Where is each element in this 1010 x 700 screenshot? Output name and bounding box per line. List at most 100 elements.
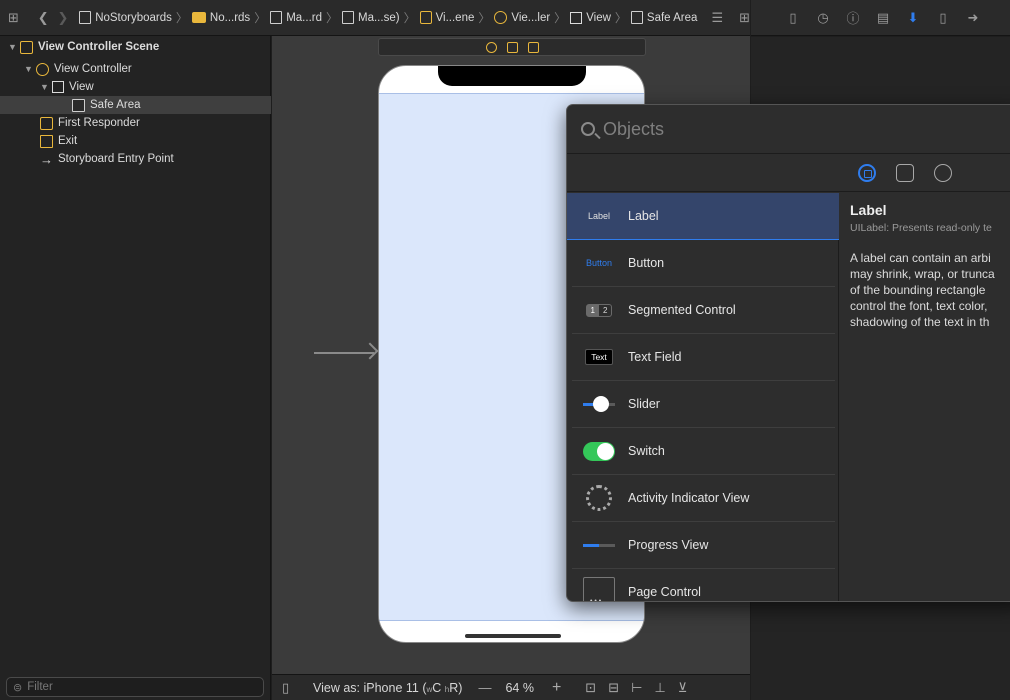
- outline-row-scene[interactable]: ▼ View Controller Scene: [8, 38, 159, 56]
- outline-row-exit[interactable]: Exit: [40, 132, 77, 150]
- outline-filter-bar: ⊜ Filter: [0, 674, 271, 700]
- breadcrumb-item[interactable]: Ma...rd: [286, 12, 322, 24]
- library-item-switch[interactable]: Switch: [572, 428, 835, 475]
- editor-split-icon[interactable]: ⊞: [739, 10, 750, 26]
- jump-bar: ⊞ ❮ ❯ NoStoryboards 〉 No...rds 〉 Ma...rd…: [0, 0, 750, 36]
- chevron-right-icon: 〉: [326, 11, 339, 25]
- activity-indicator-thumb: [576, 483, 622, 513]
- identity-inspector-icon[interactable]: ▤: [875, 10, 891, 26]
- library-item-page-control[interactable]: Page Control: [572, 569, 835, 601]
- canvas-bottom-bar: ▯ View as: iPhone 11 (wC hR) — 64 % + ⊡ …: [272, 674, 750, 700]
- library-item-segmented-control[interactable]: 12 Segmented Control: [572, 287, 835, 334]
- breadcrumb-item[interactable]: Ma...se): [358, 12, 400, 24]
- view-controller-icon[interactable]: [485, 41, 497, 53]
- safe-area-icon: [630, 11, 643, 24]
- outline-row-entry-point[interactable]: → Storyboard Entry Point: [40, 150, 174, 168]
- library-item-progress-view[interactable]: Progress View: [572, 522, 835, 569]
- embed-in-icon[interactable]: ⊻: [678, 680, 688, 696]
- outline-row-safe-area[interactable]: Safe Area: [0, 96, 271, 114]
- button-thumb: Button: [576, 248, 622, 278]
- segment-2: 2: [603, 305, 608, 315]
- page-control-thumb: [576, 577, 622, 601]
- chevron-right-icon: 〉: [175, 11, 188, 25]
- update-frames-icon[interactable]: ⊡: [585, 680, 596, 696]
- outline-label: Storyboard Entry Point: [58, 153, 174, 165]
- zoom-in-button[interactable]: +: [552, 679, 561, 697]
- size-class-w-value: C: [432, 680, 442, 695]
- forward-arrow-icon[interactable]: ❯: [57, 10, 71, 26]
- inspector-toolbar: ▯ ◷ ⓘ ▤ ⬇ ▯ ➜: [751, 0, 1010, 36]
- page-control-icon: [583, 577, 615, 601]
- zoom-out-button[interactable]: —: [478, 680, 491, 695]
- outline-row-view[interactable]: ▼ View: [40, 78, 94, 96]
- chevron-right-icon: 〉: [254, 11, 267, 25]
- disclosure-triangle-icon[interactable]: ▼: [24, 64, 36, 74]
- view-as-button[interactable]: View as: iPhone 11 (wC hR): [313, 681, 462, 695]
- library-item-slider[interactable]: Slider: [572, 381, 835, 428]
- exit-icon: [40, 134, 53, 148]
- outline-toggle-icon[interactable]: ▯: [282, 680, 296, 696]
- library-search-input[interactable]: [603, 118, 903, 140]
- filter-field[interactable]: ⊜ Filter: [6, 677, 264, 697]
- size-inspector-icon[interactable]: ▯: [935, 10, 951, 26]
- document-items-icon[interactable]: ☰: [711, 10, 723, 26]
- outline-row-first-responder[interactable]: First Responder: [40, 114, 140, 132]
- outline-row-view-controller[interactable]: ▼ View Controller: [24, 60, 132, 78]
- library-object-list: Label Label Button Button 12 Segmented C…: [567, 193, 839, 601]
- library-item-button[interactable]: Button Button: [572, 240, 835, 287]
- library-item-text-field[interactable]: Text Text Field: [572, 334, 835, 381]
- connections-inspector-icon[interactable]: ➜: [965, 10, 981, 26]
- breadcrumb-item[interactable]: NoStoryboards: [95, 12, 172, 24]
- file-inspector-icon[interactable]: ▯: [785, 10, 801, 26]
- home-indicator: [465, 634, 561, 638]
- library-item-name: Activity Indicator View: [628, 491, 750, 505]
- history-inspector-icon[interactable]: ◷: [815, 10, 831, 26]
- switch-icon: [583, 441, 615, 461]
- library-item-activity-indicator[interactable]: Activity Indicator View: [572, 475, 835, 522]
- entry-arrow-head-icon: [361, 342, 379, 360]
- resolve-issues-icon[interactable]: ⊥: [654, 680, 665, 696]
- view-controller-icon: [36, 62, 49, 76]
- breadcrumb-item[interactable]: Vie...ler: [511, 12, 550, 24]
- segmented-control-thumb: 12: [576, 295, 622, 325]
- help-inspector-icon[interactable]: ⓘ: [845, 8, 861, 27]
- objects-tab-icon[interactable]: [858, 163, 876, 182]
- arrow-right-icon: →: [40, 151, 53, 167]
- library-item-label[interactable]: Label Label: [567, 193, 839, 240]
- exit-icon[interactable]: [527, 41, 539, 53]
- folder-icon: [191, 12, 206, 23]
- breadcrumb-item[interactable]: Vi...ene: [436, 12, 475, 24]
- attributes-inspector-icon[interactable]: ⬇: [905, 10, 921, 26]
- size-class-h-value: R: [449, 680, 459, 695]
- related-items-icon[interactable]: ⊞: [8, 10, 26, 26]
- breadcrumb-item[interactable]: No...rds: [210, 12, 250, 24]
- library-item-name: Label: [628, 209, 659, 223]
- library-item-name: Text Field: [628, 350, 682, 364]
- colors-tab-icon[interactable]: [934, 163, 952, 182]
- back-arrow-icon[interactable]: ❮: [38, 10, 52, 26]
- detail-description-line: control the font, text color,: [850, 299, 988, 313]
- segment-1: 1: [586, 304, 599, 316]
- object-library-popover: Label Label Button Button 12 Segmented C…: [566, 104, 1010, 602]
- scene-dock: [378, 38, 646, 56]
- breadcrumb-item[interactable]: Safe Area: [647, 12, 698, 24]
- align-icon[interactable]: ⊟: [608, 680, 619, 696]
- detail-description-line: may shrink, wrap, or trunca: [850, 267, 995, 281]
- filter-icon: ⊜: [13, 681, 23, 694]
- outline-label: View: [69, 81, 94, 93]
- view-icon: [570, 11, 583, 24]
- outline-label: Exit: [58, 135, 78, 147]
- text-field-thumb-text: Text: [585, 349, 613, 365]
- breadcrumb-item[interactable]: View: [586, 12, 611, 24]
- slider-icon: [583, 395, 615, 412]
- first-responder-cube-icon[interactable]: [506, 41, 518, 53]
- disclosure-triangle-icon[interactable]: ▼: [8, 42, 20, 52]
- disclosure-triangle-icon[interactable]: ▼: [40, 82, 52, 92]
- file-icon: [270, 11, 283, 24]
- media-tab-icon[interactable]: [896, 163, 914, 182]
- scene-icon: [419, 11, 432, 24]
- add-constraints-icon[interactable]: ⊢: [631, 680, 642, 696]
- chevron-right-icon: 〉: [554, 11, 567, 25]
- zoom-level[interactable]: 64 %: [505, 681, 534, 695]
- first-responder-cube-icon: [40, 116, 53, 130]
